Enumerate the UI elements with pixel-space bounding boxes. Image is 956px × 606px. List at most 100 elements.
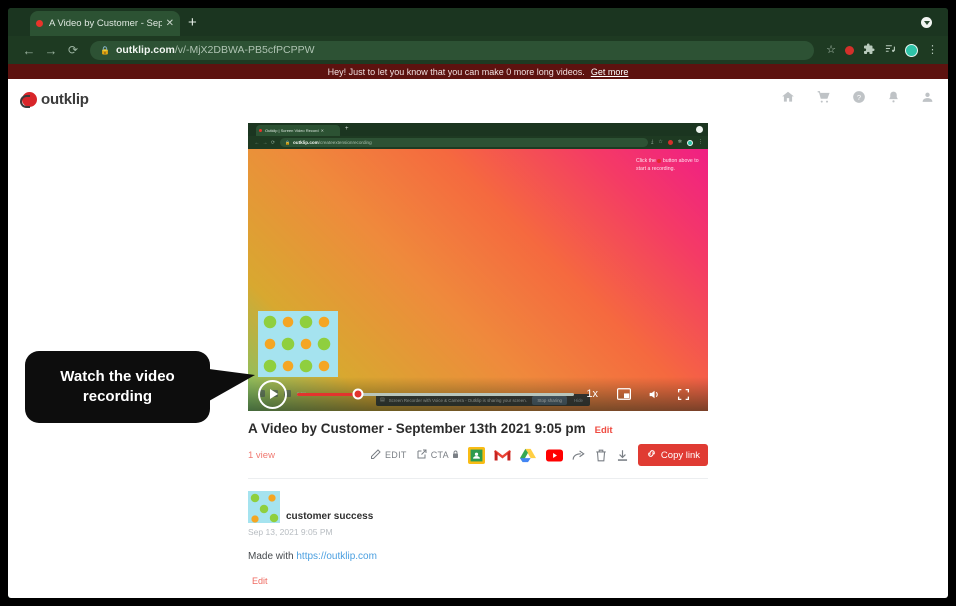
recorded-tab-close-icon: ✕: [320, 128, 325, 133]
video-content: Outklip | Screen Video Record ✕ + ← → ⟳ …: [248, 123, 708, 598]
recorded-lock-icon: 🔒: [285, 140, 290, 145]
get-more-link[interactable]: Get more: [591, 67, 629, 77]
timestamp: Sep 13, 2021 9:05 PM: [248, 527, 333, 537]
record-button-glyph-icon: [657, 159, 662, 163]
share-forward-icon[interactable]: [572, 449, 586, 461]
progress-handle[interactable]: [352, 388, 364, 400]
screenshot-root: A Video by Customer - Septem ✕ + ← → ⟳ 🔒…: [0, 0, 956, 606]
recorded-download-icon: ⤓: [651, 139, 654, 145]
made-with-prefix: Made with: [248, 551, 297, 562]
notification-bar: Hey! Just to let you know that you can m…: [8, 64, 948, 79]
window-control-button[interactable]: [921, 17, 932, 28]
google-classroom-icon[interactable]: [467, 446, 485, 464]
made-with-text: Made with https://outklip.com: [248, 551, 708, 562]
author-block: customer success Sep 13, 2021 9:05 PM Ma…: [248, 491, 708, 586]
delete-trash-icon[interactable]: [595, 449, 607, 462]
url-domain: outklip.com: [115, 44, 175, 56]
webcam-overlay: [258, 311, 338, 377]
forward-icon[interactable]: →: [40, 43, 62, 58]
recorded-browser-toolbar: ← → ⟳ 🔒 outklip.com /createextensionreco…: [248, 136, 708, 149]
video-player[interactable]: Outklip | Screen Video Record ✕ + ← → ⟳ …: [248, 123, 708, 411]
author-name: customer success: [286, 511, 374, 522]
recorded-star-icon: ☆: [658, 139, 663, 145]
action-buttons: EDIT CTA Copy link: [370, 444, 708, 466]
edit-pencil-icon: [370, 448, 382, 462]
recorded-tab-favicon-icon: [259, 129, 262, 132]
divider: [248, 478, 708, 479]
copy-link-button[interactable]: Copy link: [637, 444, 708, 466]
gmail-icon[interactable]: [493, 447, 511, 464]
player-controls: 1x: [248, 377, 708, 411]
browser-window: A Video by Customer - Septem ✕ + ← → ⟳ 🔒…: [8, 8, 948, 598]
edit-title-link[interactable]: Edit: [595, 425, 613, 436]
callout-text: Watch the video recording: [60, 367, 175, 405]
toolbar-icons: ☆ ⋮: [820, 43, 938, 58]
recorded-browser-tab-strip: Outklip | Screen Video Record ✕ +: [248, 123, 708, 136]
progress-bar[interactable]: [297, 388, 575, 400]
notification-text: Hey! Just to let you know that you can m…: [327, 66, 585, 77]
edit-action-button[interactable]: EDIT: [370, 448, 407, 462]
recorded-browser-tab: Outklip | Screen Video Record ✕: [256, 125, 340, 136]
outklip-logo[interactable]: outklip: [20, 90, 89, 108]
outklip-logo-text: outklip: [41, 90, 89, 108]
recorded-url-domain: outklip.com: [292, 140, 319, 145]
download-icon[interactable]: [616, 449, 629, 462]
playback-speed-button[interactable]: 1x: [586, 388, 598, 400]
youtube-icon[interactable]: [545, 447, 563, 464]
picture-in-picture-icon[interactable]: [617, 388, 631, 400]
video-action-row: 1 view EDIT CTA Copy link: [248, 444, 708, 466]
new-tab-button[interactable]: +: [188, 15, 197, 30]
browser-tab-strip: A Video by Customer - Septem ✕ +: [8, 8, 948, 36]
recorded-reload-icon: ⟳: [270, 139, 276, 146]
address-bar[interactable]: 🔒 outklip.com /v/-MjX2DBWA-PB5cfPCPPW: [90, 40, 815, 60]
browser-toolbar: ← → ⟳ 🔒 outklip.com /v/-MjX2DBWA-PB5cfPC…: [8, 36, 948, 64]
tab-favicon-record-icon: [36, 20, 43, 27]
cta-action-label: CTA: [430, 450, 449, 460]
bookmark-star-icon[interactable]: ☆: [826, 44, 836, 56]
svg-text:?: ?: [857, 92, 861, 101]
volume-icon[interactable]: [647, 388, 661, 401]
site-header-icons: ?: [781, 90, 934, 109]
reload-icon[interactable]: ⟳: [62, 43, 84, 57]
browser-tab-active[interactable]: A Video by Customer - Septem ✕: [30, 11, 180, 36]
help-icon[interactable]: ?: [852, 90, 866, 109]
cart-icon[interactable]: [816, 90, 831, 109]
reading-list-icon[interactable]: [884, 43, 896, 57]
recorded-back-icon: ←: [254, 139, 260, 146]
url-path: /v/-MjX2DBWA-PB5cfPCPPW: [174, 44, 315, 56]
recording-extension-icon[interactable]: [845, 45, 854, 55]
tab-close-icon[interactable]: ✕: [166, 18, 174, 29]
recording-hint-text: Click the button above to start a record…: [636, 157, 702, 173]
bell-icon[interactable]: [887, 90, 900, 109]
profile-avatar-icon[interactable]: [905, 43, 918, 57]
site-header: outklip ?: [8, 79, 948, 119]
callout-tooltip: Watch the video recording: [25, 351, 255, 423]
author-name-row: customer success: [248, 511, 708, 522]
chrome-menu-icon[interactable]: ⋮: [927, 44, 938, 56]
copy-link-label: Copy link: [660, 449, 700, 461]
browser-tab-title: A Video by Customer - Septem: [49, 18, 162, 29]
cta-action-button[interactable]: CTA: [416, 448, 459, 462]
recorded-puzzle-icon: ✲: [677, 139, 682, 145]
google-drive-icon[interactable]: [520, 447, 537, 464]
fullscreen-icon[interactable]: [677, 388, 690, 401]
outklip-logo-icon: [20, 91, 37, 108]
play-button[interactable]: [258, 379, 287, 409]
home-icon[interactable]: [781, 90, 795, 109]
lock-icon: [452, 450, 459, 461]
extensions-puzzle-icon[interactable]: [863, 43, 875, 58]
recorded-toolbar-icons: ⤓ ☆ ✲ ⋮: [651, 139, 703, 146]
lock-icon: 🔒: [100, 45, 110, 55]
edit-description-link[interactable]: Edit: [248, 576, 708, 586]
back-icon[interactable]: ←: [18, 43, 40, 58]
video-title-row: A Video by Customer - September 13th 202…: [248, 421, 708, 436]
recorded-recording-extension-icon: [667, 140, 673, 145]
link-chain-icon: [646, 448, 657, 462]
recorded-url-path: /createextensionrecording: [318, 140, 372, 145]
page-body: outklip ? Outklip | Screen Video Record …: [8, 79, 948, 598]
made-with-link[interactable]: https://outklip.com: [296, 551, 377, 562]
user-icon[interactable]: [921, 90, 934, 109]
external-link-icon: [416, 448, 428, 462]
recorded-tab-title: Outklip | Screen Video Record: [265, 128, 319, 133]
view-count: 1 view: [248, 449, 275, 461]
